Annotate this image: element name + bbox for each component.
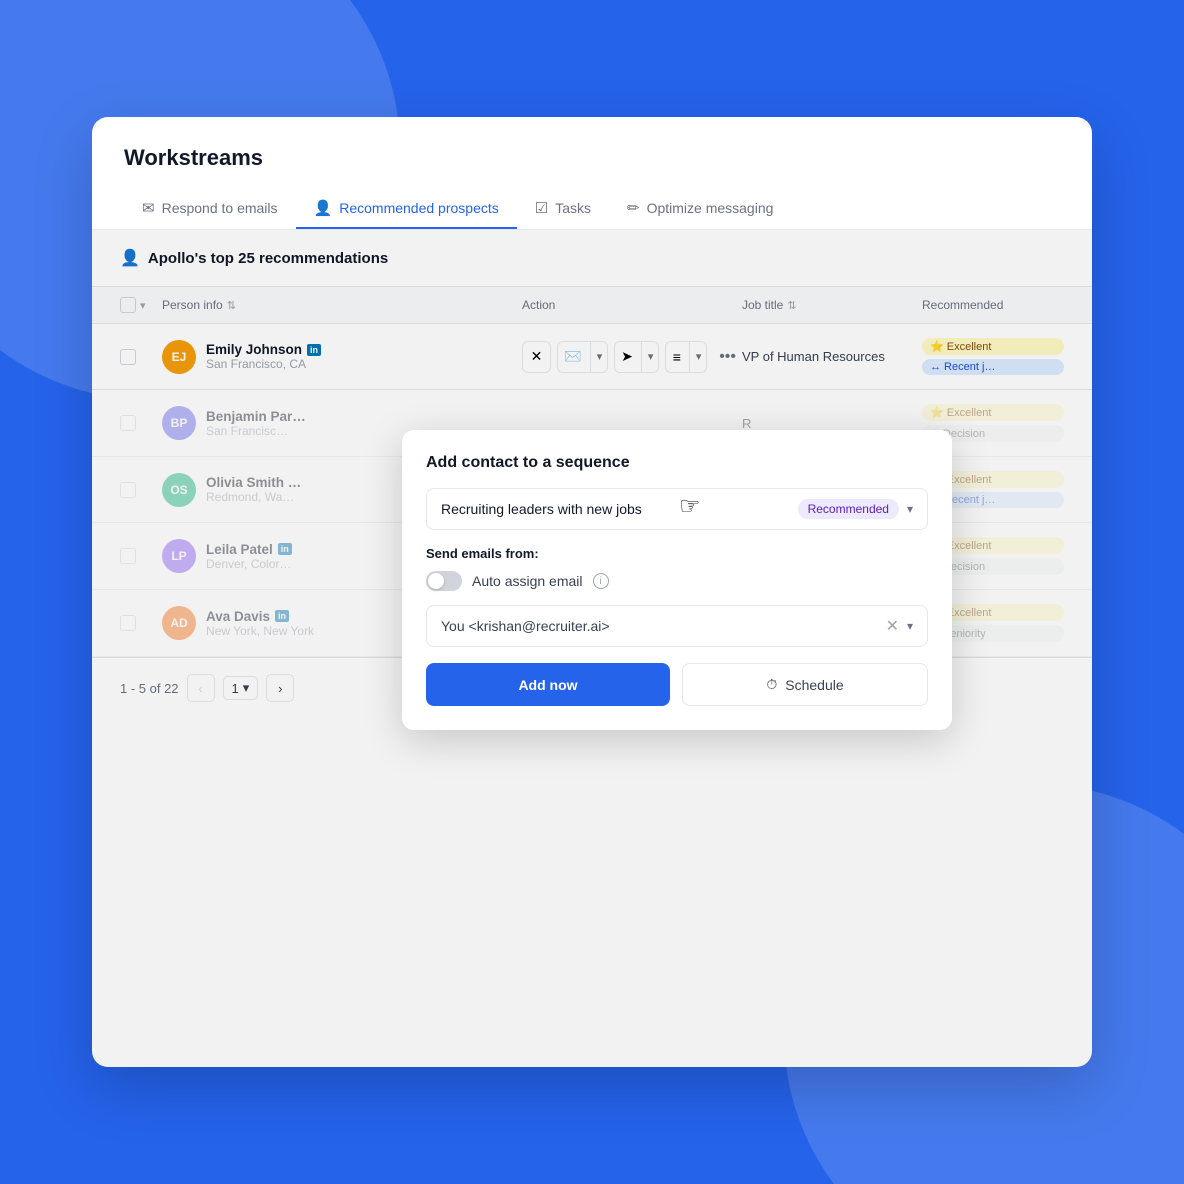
modal-actions: Add now ⏱ Schedule bbox=[426, 663, 928, 706]
person-icon: 👤 bbox=[314, 199, 333, 217]
modal-add-sequence: Add contact to a sequence Recruiting lea… bbox=[402, 430, 952, 730]
modal-title: Add contact to a sequence bbox=[426, 454, 928, 472]
tab-respond[interactable]: ✉ Respond to emails bbox=[124, 189, 296, 229]
auto-assign-row: Auto assign email i bbox=[426, 571, 928, 591]
add-now-button[interactable]: Add now bbox=[426, 663, 670, 706]
sequence-chevron-icon: ▾ bbox=[907, 502, 913, 516]
clock-icon: ⏱ bbox=[766, 676, 777, 693]
email-right: ✕ ▾ bbox=[886, 616, 913, 636]
info-icon[interactable]: i bbox=[593, 573, 609, 589]
pencil-icon: ✏ bbox=[627, 199, 640, 217]
email-value: You <krishan@recruiter.ai> bbox=[441, 618, 610, 634]
tab-prospects[interactable]: 👤 Recommended prospects bbox=[296, 189, 517, 229]
header: Workstreams ✉ Respond to emails 👤 Recomm… bbox=[92, 117, 1092, 230]
auto-assign-toggle[interactable] bbox=[426, 571, 462, 591]
email-selector: You <krishan@recruiter.ai> ✕ ▾ bbox=[426, 605, 928, 647]
sequence-right: Recommended ▾ bbox=[798, 499, 913, 519]
tab-tasks[interactable]: ☑ Tasks bbox=[517, 189, 609, 229]
clear-email-btn[interactable]: ✕ bbox=[886, 616, 899, 636]
mail-icon: ✉ bbox=[142, 199, 155, 217]
sequence-name: Recruiting leaders with new jobs bbox=[441, 501, 642, 517]
sequence-selector[interactable]: Recruiting leaders with new jobs Recomme… bbox=[426, 488, 928, 530]
auto-assign-label: Auto assign email bbox=[472, 573, 583, 589]
tab-messaging[interactable]: ✏ Optimize messaging bbox=[609, 189, 791, 229]
schedule-button[interactable]: ⏱ Schedule bbox=[682, 663, 928, 706]
email-chevron-icon[interactable]: ▾ bbox=[907, 619, 913, 633]
recommended-badge: Recommended bbox=[798, 499, 899, 519]
content: 👤 Apollo's top 25 recommendations ▾ Pers… bbox=[92, 230, 1092, 1067]
app-title: Workstreams bbox=[124, 145, 1060, 171]
check-icon: ☑ bbox=[535, 199, 548, 217]
send-emails-label: Send emails from: bbox=[426, 546, 928, 561]
main-card: Workstreams ✉ Respond to emails 👤 Recomm… bbox=[92, 117, 1092, 1067]
tabs: ✉ Respond to emails 👤 Recommended prospe… bbox=[124, 189, 1060, 229]
